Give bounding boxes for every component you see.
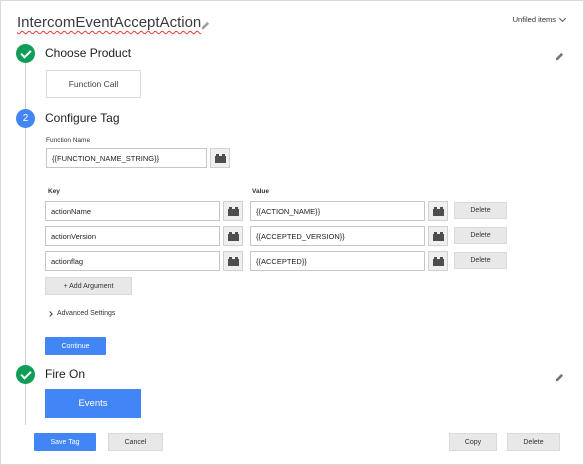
delete-tag-button[interactable]: Delete [507, 433, 560, 451]
advanced-settings-toggle[interactable]: Advanced Settings [47, 310, 116, 317]
check-circle-icon [16, 44, 35, 63]
variable-brick-icon[interactable] [223, 226, 243, 246]
add-argument-button[interactable]: + Add Argument [45, 277, 132, 295]
copy-button[interactable]: Copy [449, 433, 497, 451]
step-title-fire-on: Fire On [45, 367, 86, 381]
delete-argument-button[interactable]: Delete [454, 252, 507, 269]
variable-brick-icon[interactable] [428, 226, 448, 246]
variable-brick-icon[interactable] [223, 201, 243, 221]
cancel-button[interactable]: Cancel [108, 433, 163, 451]
save-tag-button[interactable]: Save Tag [34, 433, 96, 451]
check-circle-icon [16, 365, 35, 384]
pencil-icon[interactable] [201, 17, 210, 35]
tag-name-title[interactable]: IntercomEventAcceptAction [17, 14, 201, 31]
function-name-input[interactable]: {{FUNCTION_NAME_STRING}} [46, 148, 207, 168]
chevron-right-icon [47, 310, 53, 317]
argument-value-input[interactable]: {{ACTION_NAME}} [250, 201, 425, 221]
variable-brick-icon[interactable] [428, 251, 448, 271]
step-title-configure-tag: Configure Tag [45, 111, 120, 125]
variable-brick-icon[interactable] [223, 251, 243, 271]
step-title-choose-product: Choose Product [45, 46, 132, 60]
argument-key-input[interactable]: actionflag [45, 251, 220, 271]
argument-value-input[interactable]: {{ACCEPTED_VERSION}} [250, 226, 425, 246]
chevron-down-icon [558, 14, 567, 22]
trigger-card-events[interactable]: Events [45, 389, 141, 418]
tag-editor-panel: IntercomEventAcceptAction Unfiled items … [0, 0, 584, 465]
continue-button[interactable]: Continue [45, 337, 106, 355]
delete-argument-button[interactable]: Delete [454, 227, 507, 244]
step-number-badge: 2 [16, 109, 35, 128]
folder-label: Unfiled items [512, 15, 556, 24]
pencil-icon[interactable] [555, 369, 564, 387]
variable-brick-icon[interactable] [428, 201, 448, 221]
key-column-header: Key [48, 188, 60, 195]
pencil-icon[interactable] [555, 48, 564, 66]
function-name-label: Function Name [46, 137, 91, 144]
folder-selector[interactable]: Unfiled items [512, 14, 567, 24]
argument-value-input[interactable]: {{ACCEPTED}} [250, 251, 425, 271]
argument-key-input[interactable]: actionVersion [45, 226, 220, 246]
variable-brick-icon[interactable] [210, 148, 230, 168]
delete-argument-button[interactable]: Delete [454, 202, 507, 219]
value-column-header: Value [252, 188, 269, 195]
product-card-function-call[interactable]: Function Call [46, 70, 141, 98]
argument-key-input[interactable]: actionName [45, 201, 220, 221]
advanced-settings-label: Advanced Settings [57, 310, 116, 317]
